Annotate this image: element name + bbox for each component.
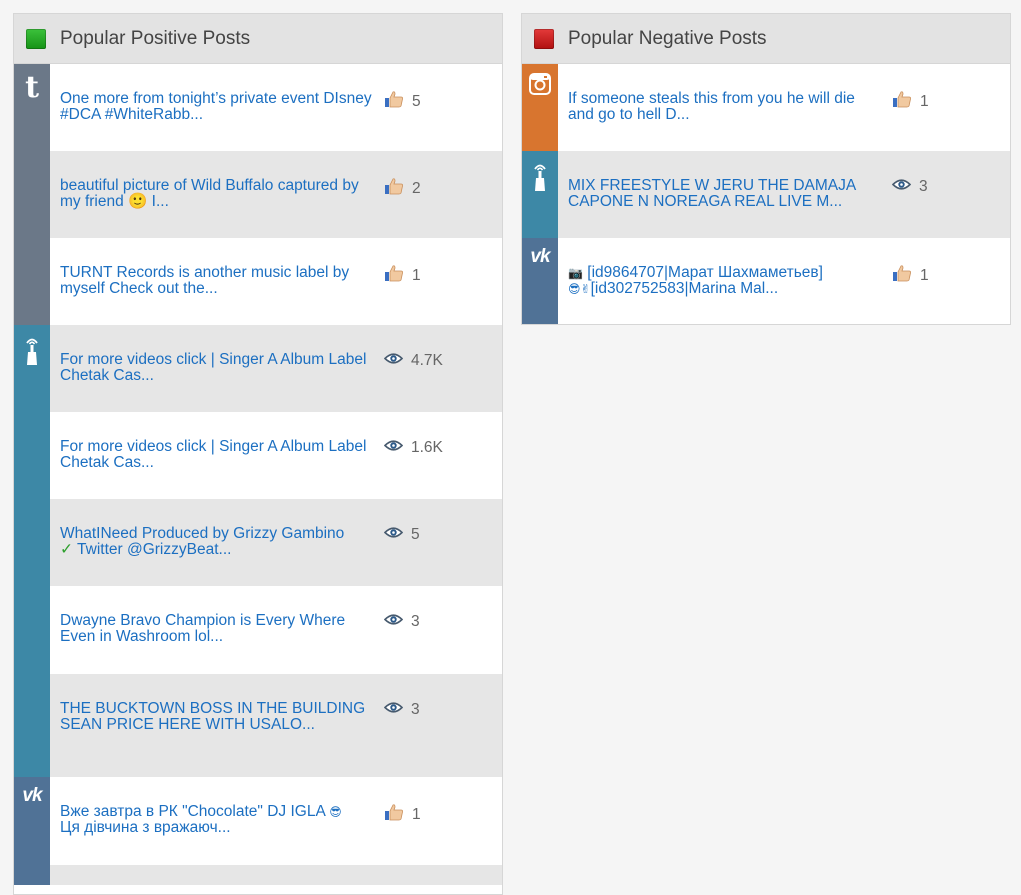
- post-text[interactable]: Dwayne Bravo Champion is Every Where Eve…: [60, 613, 376, 645]
- post-text[interactable]: MIX FREESTYLE W JERU THE DAMAJA CAPONE N…: [568, 178, 884, 210]
- green-square-icon: [26, 28, 46, 49]
- post-likes: 5: [384, 91, 421, 113]
- post-text[interactable]: beautiful picture of Wild Buffalo captur…: [60, 178, 376, 210]
- post-text[interactable]: Вже завтра в РК "Chocolate" DJ IGLA 😎 Ця…: [60, 804, 376, 836]
- red-square-icon: [534, 28, 554, 49]
- negative-posts-panel: Popular Negative Posts If someone steals…: [521, 13, 1011, 325]
- vk-network-bar: vk: [14, 777, 50, 885]
- post-text-line-1: [id9864707|Марат Шахмаметьев]: [587, 264, 823, 281]
- post-row[interactable]: 📷 [id9864707|Марат Шахмаметьев] 😎✌[id302…: [558, 238, 1010, 324]
- post-text[interactable]: 📷 [id9864707|Марат Шахмаметьев] 😎✌[id302…: [568, 265, 884, 297]
- vk-group: vk Вже завтра в РК "Chocolate" DJ IGLA 😎…: [14, 777, 502, 885]
- tumblr-network-bar: t: [14, 64, 50, 325]
- eye-icon: [383, 701, 404, 718]
- likes-count: 1: [920, 93, 929, 110]
- periscope-group: MIX FREESTYLE W JERU THE DAMAJA CAPONE N…: [522, 151, 1010, 238]
- post-row[interactable]: Dwayne Bravo Champion is Every Where Eve…: [50, 586, 502, 674]
- post-text-line-1: Вже завтра в РК "Chocolate" DJ IGLA: [60, 803, 325, 820]
- post-likes: 1: [892, 265, 929, 287]
- post-likes: 1: [384, 265, 421, 287]
- positive-posts-panel: Popular Positive Posts t One more from t…: [13, 13, 503, 895]
- views-count: 4.7K: [411, 351, 443, 369]
- post-text-line-2: Ця дівчина з вражаюч...: [60, 819, 231, 836]
- views-count: 3: [919, 177, 928, 195]
- views-count: 3: [411, 700, 420, 718]
- victory-hand-emoji-icon: ✌: [580, 282, 591, 296]
- post-row[interactable]: If someone steals this from you he will …: [558, 64, 1010, 151]
- periscope-icon: [23, 334, 41, 777]
- eye-icon: [891, 178, 912, 195]
- post-text[interactable]: One more from tonight’s private event DI…: [60, 91, 376, 123]
- thumbs-up-icon: [384, 804, 404, 826]
- negative-panel-title: Popular Negative Posts: [568, 27, 767, 49]
- camera-emoji-icon: 📷: [568, 266, 583, 280]
- post-views: 1.6K: [383, 438, 443, 456]
- post-text[interactable]: For more videos click | Singer A Album L…: [60, 352, 376, 384]
- thumbs-up-icon: [384, 178, 404, 200]
- positive-panel-title: Popular Positive Posts: [60, 27, 251, 49]
- post-text[interactable]: If someone steals this from you he will …: [568, 91, 884, 123]
- post-text-line-2: [id302752583|Marina Mal...: [590, 280, 779, 297]
- post-likes: 1: [384, 804, 421, 826]
- periscope-network-bar: [522, 151, 558, 238]
- periscope-icon: [531, 160, 549, 238]
- post-row[interactable]: beautiful picture of Wild Buffalo captur…: [50, 151, 502, 238]
- instagram-network-bar: [522, 64, 558, 151]
- likes-count: 1: [412, 806, 421, 823]
- thumbs-up-icon: [892, 91, 912, 113]
- post-likes: 2: [384, 178, 421, 200]
- eye-icon: [383, 352, 404, 369]
- post-text-line-1: WhatINeed Produced by Grizzy Gambino: [60, 525, 345, 542]
- views-count: 1.6K: [411, 438, 443, 456]
- post-views: 3: [383, 612, 420, 630]
- post-row[interactable]: One more from tonight’s private event DI…: [50, 64, 502, 151]
- vk-icon: vk: [22, 785, 42, 806]
- post-text[interactable]: THE BUCKTOWN BOSS IN THE BUILDING SEAN P…: [60, 701, 376, 733]
- post-views: 3: [383, 700, 420, 718]
- eye-icon: [383, 613, 404, 630]
- post-row[interactable]: MIX FREESTYLE W JERU THE DAMAJA CAPONE N…: [558, 151, 1010, 238]
- post-likes: 1: [892, 91, 929, 113]
- post-views: 4.7K: [383, 351, 443, 369]
- vk-group: vk 📷 [id9864707|Марат Шахмаметьев] 😎✌[id…: [522, 238, 1010, 324]
- post-views: 5: [383, 525, 420, 543]
- periscope-group: For more videos click | Singer A Album L…: [14, 325, 502, 777]
- periscope-network-bar: [14, 325, 50, 777]
- likes-count: 5: [412, 93, 421, 110]
- thumbs-up-icon: [384, 91, 404, 113]
- post-row[interactable]: For more videos click | Singer A Album L…: [50, 325, 502, 412]
- post-text[interactable]: For more videos click | Singer A Album L…: [60, 439, 376, 471]
- vk-network-bar: vk: [522, 238, 558, 324]
- post-views: 3: [891, 177, 928, 195]
- instagram-group: If someone steals this from you he will …: [522, 64, 1010, 151]
- eye-icon: [383, 439, 404, 456]
- post-text[interactable]: TURNT Records is another music label by …: [60, 265, 376, 297]
- likes-count: 1: [920, 267, 929, 284]
- positive-panel-header: Popular Positive Posts: [14, 14, 502, 64]
- post-text[interactable]: WhatINeed Produced by Grizzy Gambino ✓ T…: [60, 526, 376, 558]
- likes-count: 1: [412, 267, 421, 284]
- vk-icon: vk: [530, 246, 550, 267]
- post-row[interactable]: Вже завтра в РК "Chocolate" DJ IGLA 😎 Ця…: [50, 777, 502, 865]
- post-row[interactable]: THE BUCKTOWN BOSS IN THE BUILDING SEAN P…: [50, 674, 502, 777]
- post-row[interactable]: [50, 865, 502, 885]
- thumbs-up-icon: [384, 265, 404, 287]
- likes-count: 2: [412, 180, 421, 197]
- instagram-icon: [529, 73, 551, 151]
- face-emoji-icon: 😎: [329, 805, 342, 819]
- tumblr-icon: t: [25, 70, 39, 105]
- post-row[interactable]: WhatINeed Produced by Grizzy Gambino ✓ T…: [50, 499, 502, 586]
- negative-panel-header: Popular Negative Posts: [522, 14, 1010, 64]
- tumblr-group: t One more from tonight’s private event …: [14, 64, 502, 325]
- views-count: 5: [411, 525, 420, 543]
- views-count: 3: [411, 612, 420, 630]
- checkmark-icon: ✓: [60, 541, 73, 558]
- thumbs-up-icon: [892, 265, 912, 287]
- post-text-line-2: Twitter @GrizzyBeat...: [77, 541, 232, 558]
- face-emoji-icon: 😎: [568, 282, 581, 296]
- post-row[interactable]: TURNT Records is another music label by …: [50, 238, 502, 325]
- eye-icon: [383, 526, 404, 543]
- post-row[interactable]: For more videos click | Singer A Album L…: [50, 412, 502, 499]
